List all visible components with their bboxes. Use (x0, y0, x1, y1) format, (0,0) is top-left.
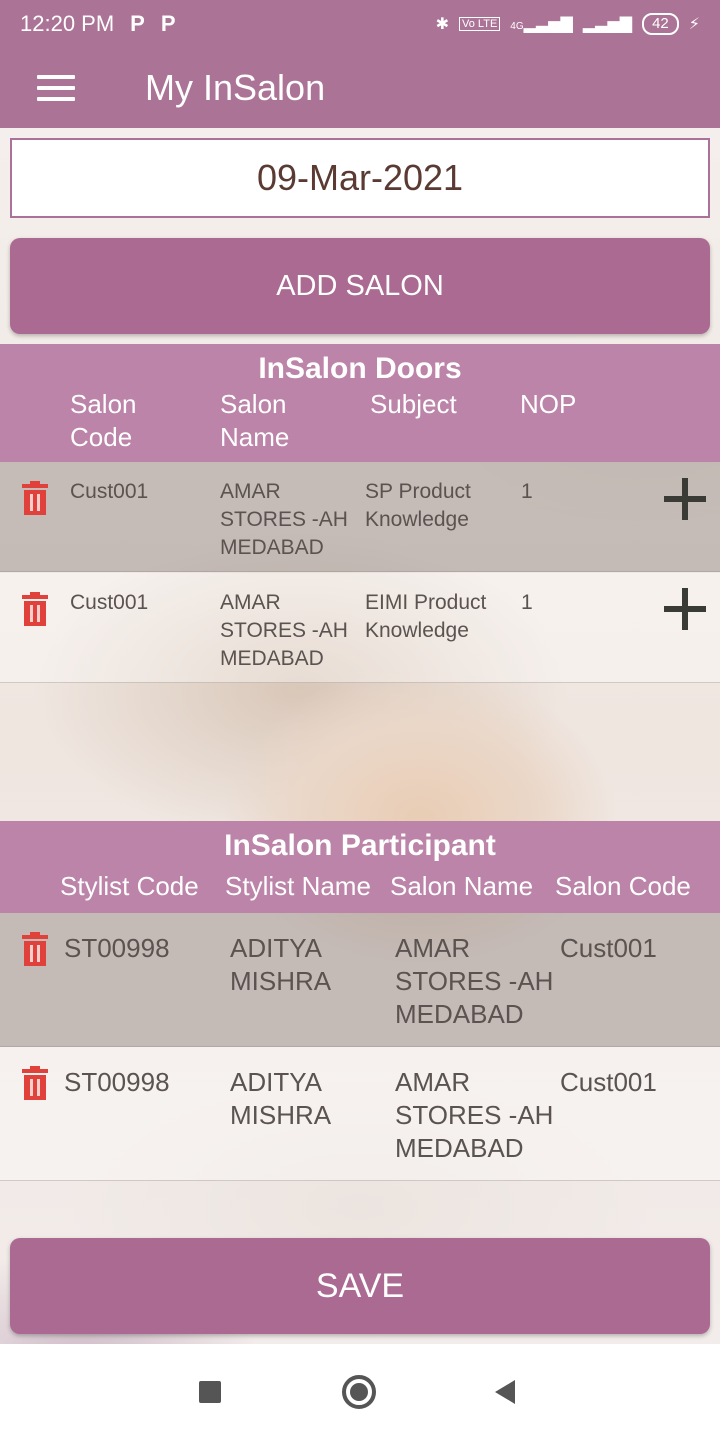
trash-icon[interactable] (22, 932, 48, 966)
participant-row: ST00998 ADITYA MISHRA AMAR STORES -AH ME… (0, 1047, 720, 1181)
salon-name: AMAR STORES -AH MEDABAD (220, 480, 348, 559)
stylist-name: ADITYA MISHRA (230, 933, 332, 996)
stylist-name: ADITYA MISHRA (230, 1067, 332, 1130)
signal-icon: ▂▃▅▇ (582, 16, 633, 33)
doors-section-title: InSalon Doors (258, 352, 462, 385)
column-nop: NOP (520, 389, 577, 419)
recents-icon[interactable] (199, 1381, 221, 1403)
back-icon[interactable] (495, 1380, 515, 1404)
salon-code: Cust001 (560, 1067, 657, 1097)
trash-icon[interactable] (22, 592, 48, 626)
app-bar: My InSalon (0, 48, 720, 128)
nop: 1 (521, 480, 533, 503)
bluetooth-icon: ✱ (435, 16, 450, 33)
app-title: My InSalon (145, 67, 326, 108)
salon-name: AMAR STORES -AH MEDABAD (395, 933, 554, 1029)
subject: EIMI Product Knowledge (365, 591, 487, 642)
doors-section-header: InSalon Doors Salon Code Salon Name Subj… (0, 344, 720, 462)
participant-row: ST00998 ADITYA MISHRA AMAR STORES -AH ME… (0, 913, 720, 1047)
participant-section-title: InSalon Participant (224, 829, 496, 862)
plus-icon[interactable] (664, 588, 706, 630)
salon-code: Cust001 (560, 933, 657, 963)
participant-section-header: InSalon Participant Stylist Code Stylist… (0, 821, 720, 913)
column-salon-name: Salon Name (220, 389, 290, 452)
plus-icon[interactable] (664, 478, 706, 520)
column-salon-code: Salon Code (555, 871, 691, 901)
column-stylist-name: Stylist Name (225, 871, 371, 901)
battery-icon: 42 (642, 13, 679, 35)
status-bar: 12:20 PM P P ✱ Vo LTE 4G▂▃▅▇ ▂▃▅▇ 42 ⚡ (0, 0, 720, 48)
nop: 1 (521, 591, 533, 614)
column-stylist-code: Stylist Code (60, 871, 199, 901)
column-salon-name: Salon Name (390, 871, 534, 901)
stylist-code: ST00998 (64, 1067, 170, 1097)
trash-icon[interactable] (22, 481, 48, 515)
door-row: Cust001 AMAR STORES -AH MEDABAD SP Produ… (0, 462, 720, 572)
trash-icon[interactable] (22, 1066, 48, 1100)
salon-name: AMAR STORES -AH MEDABAD (395, 1067, 554, 1163)
signal-icon: 4G▂▃▅▇ (510, 16, 573, 33)
home-icon[interactable] (342, 1375, 376, 1409)
system-nav-bar (0, 1344, 720, 1440)
subject: SP Product Knowledge (365, 480, 471, 531)
salon-code: Cust001 (70, 480, 149, 503)
door-row: Cust001 AMAR STORES -AH MEDABAD EIMI Pro… (0, 573, 720, 683)
column-salon-code: Salon Code (70, 389, 137, 452)
save-button[interactable]: SAVE (10, 1238, 710, 1334)
volte-icon: Vo LTE (459, 17, 501, 31)
salon-name: AMAR STORES -AH MEDABAD (220, 591, 348, 670)
date-field[interactable]: 09-Mar-2021 (10, 138, 710, 218)
stylist-code: ST00998 (64, 933, 170, 963)
menu-icon[interactable] (37, 75, 75, 101)
column-subject: Subject (370, 389, 457, 419)
notification-p-icon: P (160, 11, 176, 36)
add-salon-button[interactable]: ADD SALON (10, 238, 710, 334)
status-time: 12:20 PM (20, 11, 115, 36)
network-type: 4G (510, 21, 524, 32)
charging-icon: ⚡ (688, 16, 700, 33)
notification-p-icon: P (130, 11, 145, 36)
salon-code: Cust001 (70, 591, 149, 614)
